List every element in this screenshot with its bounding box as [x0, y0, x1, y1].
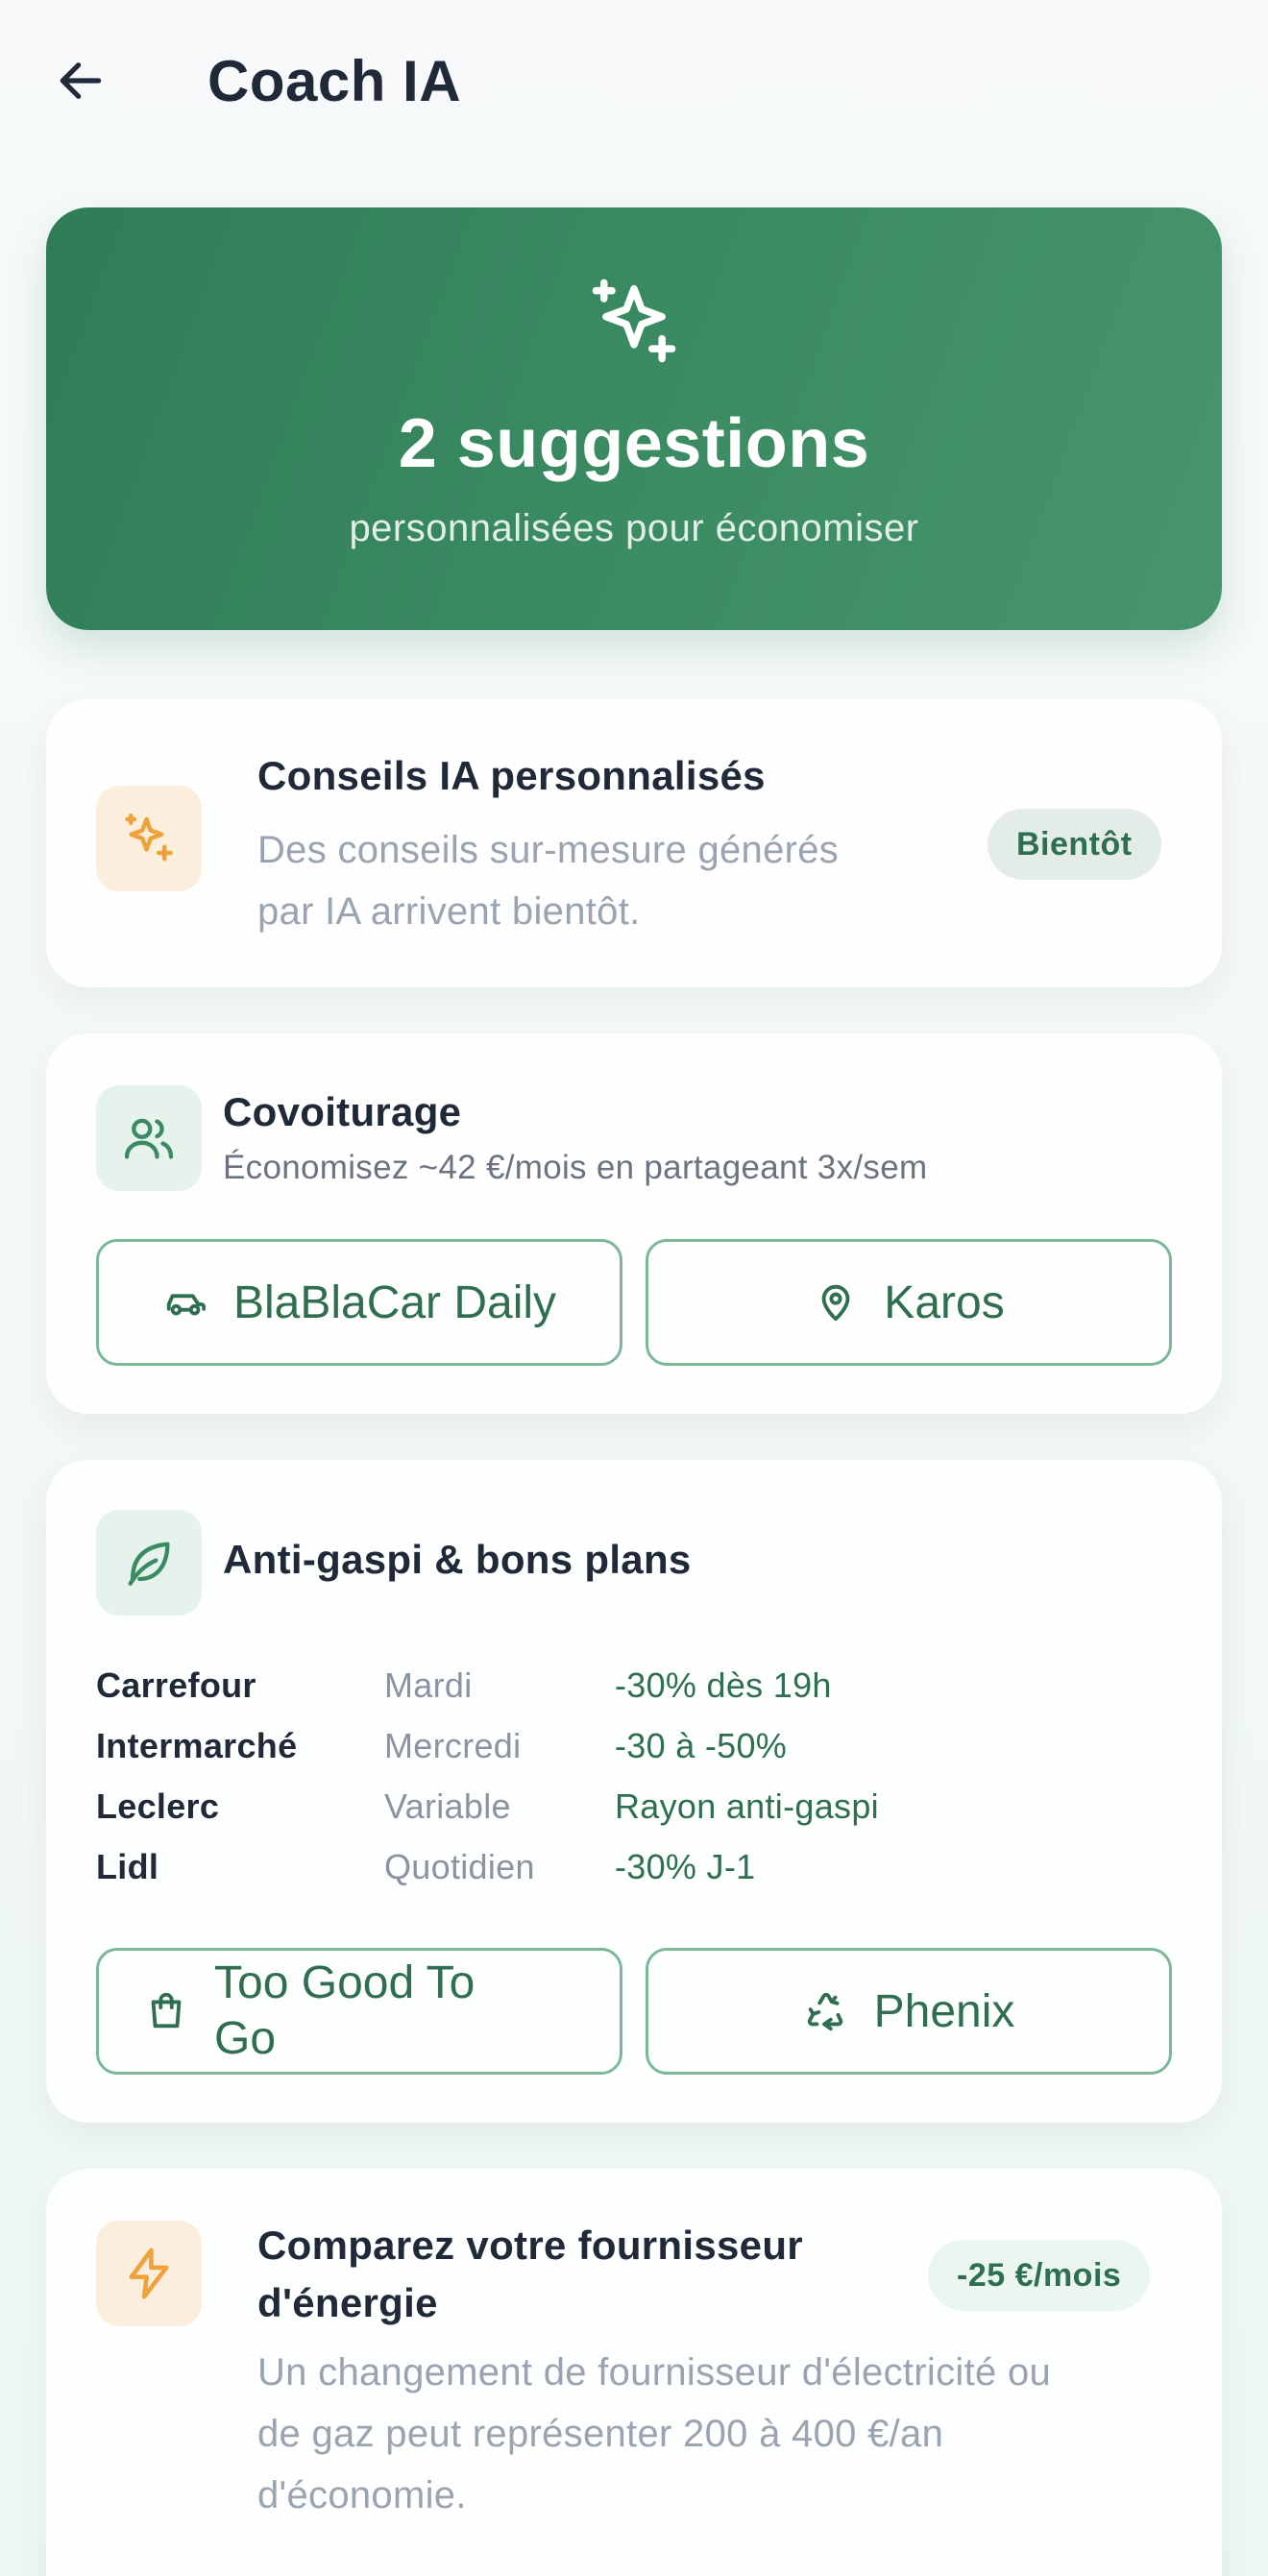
deal-offer: -30% J-1	[615, 1847, 756, 1886]
deal-row: Leclerc	[96, 1786, 219, 1827]
deal-offer: Rayon anti-gaspi	[615, 1786, 879, 1826]
energy-icon-box	[96, 2221, 202, 2326]
deal-store: Intermarché	[96, 1726, 298, 1765]
energy-title-2: d'énergie	[257, 2280, 438, 2325]
suggestions-hero: 2 suggestions personnalisées pour économ…	[46, 207, 1222, 630]
sparkles-icon	[592, 279, 676, 363]
deal-row: Lidl	[96, 1847, 158, 1887]
map-pin-icon	[813, 1279, 859, 1325]
anti-gaspi-title: Anti-gaspi & bons plans	[223, 1537, 692, 1582]
shopping-bag-icon	[143, 1988, 189, 2034]
too-good-to-go-button[interactable]: Too Good To Go	[96, 1948, 622, 2075]
energy-desc-3: d'économie.	[257, 2474, 467, 2516]
too-good-to-go-label-line1: Too Good To	[214, 1957, 476, 2008]
too-good-to-go-label-line2: Go	[214, 2013, 277, 2064]
deal-day: Quotidien	[384, 1847, 535, 1886]
deal-day: Mercredi	[384, 1726, 522, 1765]
energy-card: Comparez votre fournisseur d'énergie -25…	[46, 2169, 1222, 2576]
suggestions-count: 2 suggestions	[398, 405, 870, 482]
deal-day: Variable	[384, 1786, 511, 1826]
suggestions-subtitle: personnalisées pour économiser	[349, 507, 919, 549]
arrow-left-icon	[60, 62, 102, 99]
coach-ia-page: Coach IA 2 suggestions personnalisées po…	[0, 0, 1268, 2576]
page-title: Coach IA	[207, 49, 462, 113]
anti-gaspi-icon-box	[96, 1510, 202, 1616]
anti-gaspi-card: Anti-gaspi & bons plans Carrefour Mardi …	[46, 1460, 1222, 2123]
deal-day: Mardi	[384, 1665, 473, 1705]
carpool-card: Covoiturage Économisez ~42 €/mois en par…	[46, 1033, 1222, 1414]
ai-advice-card: Conseils IA personnalisés Des conseils s…	[46, 699, 1222, 987]
karos-label: Karos	[884, 1276, 1005, 1328]
deal-store: Leclerc	[96, 1786, 220, 1826]
ai-advice-desc-2: par IA arrivent bientôt.	[257, 890, 641, 933]
blablacar-label: BlaBlaCar Daily	[232, 1276, 557, 1328]
savings-badge: -25 €/mois	[928, 2240, 1151, 2311]
lightning-icon	[129, 2248, 169, 2299]
ai-advice-title: Conseils IA personnalisés	[257, 753, 766, 798]
energy-desc-2: de gaz peut représenter 200 à 400 €/an	[257, 2413, 944, 2455]
too-good-to-go-label: Too Good To Go	[214, 1956, 475, 2067]
energy-title-1: Comparez votre fournisseur	[257, 2223, 803, 2268]
deal-offer: -30% dès 19h	[615, 1665, 832, 1705]
recycle-icon	[803, 1988, 849, 2034]
sparkles-icon	[125, 814, 173, 862]
soon-badge: Bientôt	[988, 809, 1161, 880]
deal-store: Carrefour	[96, 1665, 256, 1705]
karos-button[interactable]: Karos	[646, 1239, 1172, 1366]
carpool-title: Covoiturage	[223, 1089, 462, 1134]
ai-advice-desc-1: Des conseils sur-mesure générés	[257, 829, 840, 871]
phenix-label: Phenix	[873, 1985, 1015, 2037]
blablacar-daily-button[interactable]: BlaBlaCar Daily	[96, 1239, 622, 1366]
phenix-button[interactable]: Phenix	[646, 1948, 1172, 2075]
leaf-icon	[128, 1542, 170, 1586]
ai-advice-icon-box	[96, 786, 202, 891]
carpool-desc: Économisez ~42 €/mois en partageant 3x/s…	[223, 1149, 928, 1186]
deal-store: Lidl	[96, 1847, 159, 1886]
back-button[interactable]	[50, 50, 111, 111]
deal-row: Intermarché	[96, 1726, 297, 1766]
deal-row: Carrefour	[96, 1665, 256, 1706]
car-icon	[162, 1279, 208, 1325]
users-icon	[124, 1118, 174, 1159]
carpool-icon-box	[96, 1085, 202, 1191]
deal-offer: -30 à -50%	[615, 1726, 788, 1765]
energy-desc-1: Un changement de fournisseur d'électrici…	[257, 2351, 1052, 2394]
